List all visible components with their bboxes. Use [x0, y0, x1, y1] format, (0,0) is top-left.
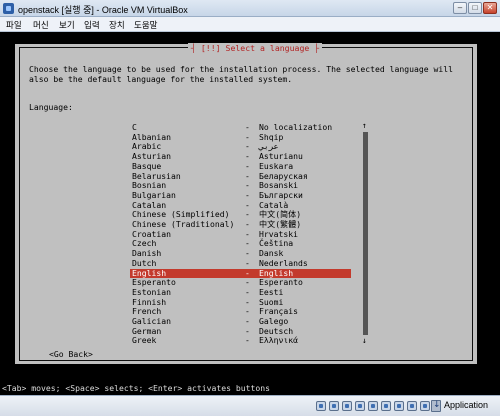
language-option[interactable]: Greek - Ελληνικά: [130, 336, 351, 346]
minimize-button[interactable]: –: [453, 2, 467, 14]
close-button[interactable]: ✕: [483, 2, 497, 14]
cpu-icon[interactable]: [420, 401, 430, 411]
menu-view[interactable]: 보기: [59, 19, 75, 31]
menu-bar: 파일 머신 보기 입력 장치 도움말: [0, 17, 500, 32]
scrollbar[interactable]: ↑ ↓: [362, 122, 369, 345]
language-label: Language:: [29, 102, 73, 112]
language-option[interactable]: German - Deutsch: [130, 326, 351, 337]
language-option[interactable]: Albanian - Shqip: [130, 132, 351, 143]
language-option[interactable]: Czech - Čeština: [130, 239, 351, 249]
title-left-border: ┤: [191, 43, 196, 53]
display-icon[interactable]: [381, 401, 391, 411]
title-right-border: ├: [314, 43, 320, 53]
help-line: <Tab> moves; <Space> selects; <Enter> ac…: [0, 383, 500, 394]
guest-console[interactable]: ┤ [!!] Select a language ├ Choose the la…: [0, 33, 500, 395]
host-key-label: Application: [444, 400, 489, 410]
menu-input[interactable]: 입력: [84, 19, 100, 31]
recording-icon[interactable]: [394, 401, 404, 411]
network-icon[interactable]: [368, 401, 378, 411]
shared-folder-icon[interactable]: [355, 401, 365, 411]
menu-help[interactable]: 도움말: [134, 19, 157, 31]
scroll-up-arrow-icon[interactable]: ↑: [362, 122, 367, 130]
maximize-button[interactable]: □: [468, 2, 482, 14]
dialog-title-text: [!!] Select a language: [200, 43, 310, 53]
window-titlebar[interactable]: openstack [실행 중] - Oracle VM VirtualBox …: [0, 0, 500, 17]
language-separator: -: [245, 335, 250, 346]
menu-machine[interactable]: 머신: [33, 19, 49, 31]
status-bar: Application: [0, 395, 500, 416]
dialog-frame: ┤ [!!] Select a language ├ Choose the la…: [19, 43, 473, 361]
language-option[interactable]: Asturian - Asturianu: [130, 151, 351, 162]
go-back-button[interactable]: <Go Back>: [49, 349, 93, 360]
optical-drive-icon[interactable]: [329, 401, 339, 411]
menu-devices[interactable]: 장치: [109, 19, 125, 31]
window-title: openstack [실행 중] - Oracle VM VirtualBox: [18, 5, 188, 15]
hard-disk-icon[interactable]: [316, 401, 326, 411]
mouse-integration-icon[interactable]: [407, 401, 417, 411]
language-option[interactable]: Danish - Dansk: [130, 248, 351, 259]
scroll-down-arrow-icon[interactable]: ↓: [362, 337, 367, 345]
language-name: Greek: [132, 335, 157, 346]
language-option[interactable]: Finnish - Suomi: [130, 297, 351, 308]
language-native-name: Ελληνικά: [259, 335, 298, 346]
language-list[interactable]: C - No localization Albanian - Shqip Arabic - عر…: [130, 122, 351, 348]
menu-file[interactable]: 파일: [6, 19, 22, 31]
scroll-thumb[interactable]: [363, 132, 368, 335]
dialog-title: ┤ [!!] Select a language ├: [188, 43, 323, 53]
language-option[interactable]: Galician - Galego: [130, 316, 351, 327]
select-language-dialog: ┤ [!!] Select a language ├ Choose the la…: [15, 43, 477, 364]
host-key-icon: [431, 400, 441, 412]
language-option[interactable]: Croatian - Hrvatski: [130, 229, 351, 240]
intro-text: Choose the language to be used for the i…: [29, 64, 453, 84]
usb-icon[interactable]: [342, 401, 352, 411]
virtualbox-icon: [3, 3, 14, 14]
